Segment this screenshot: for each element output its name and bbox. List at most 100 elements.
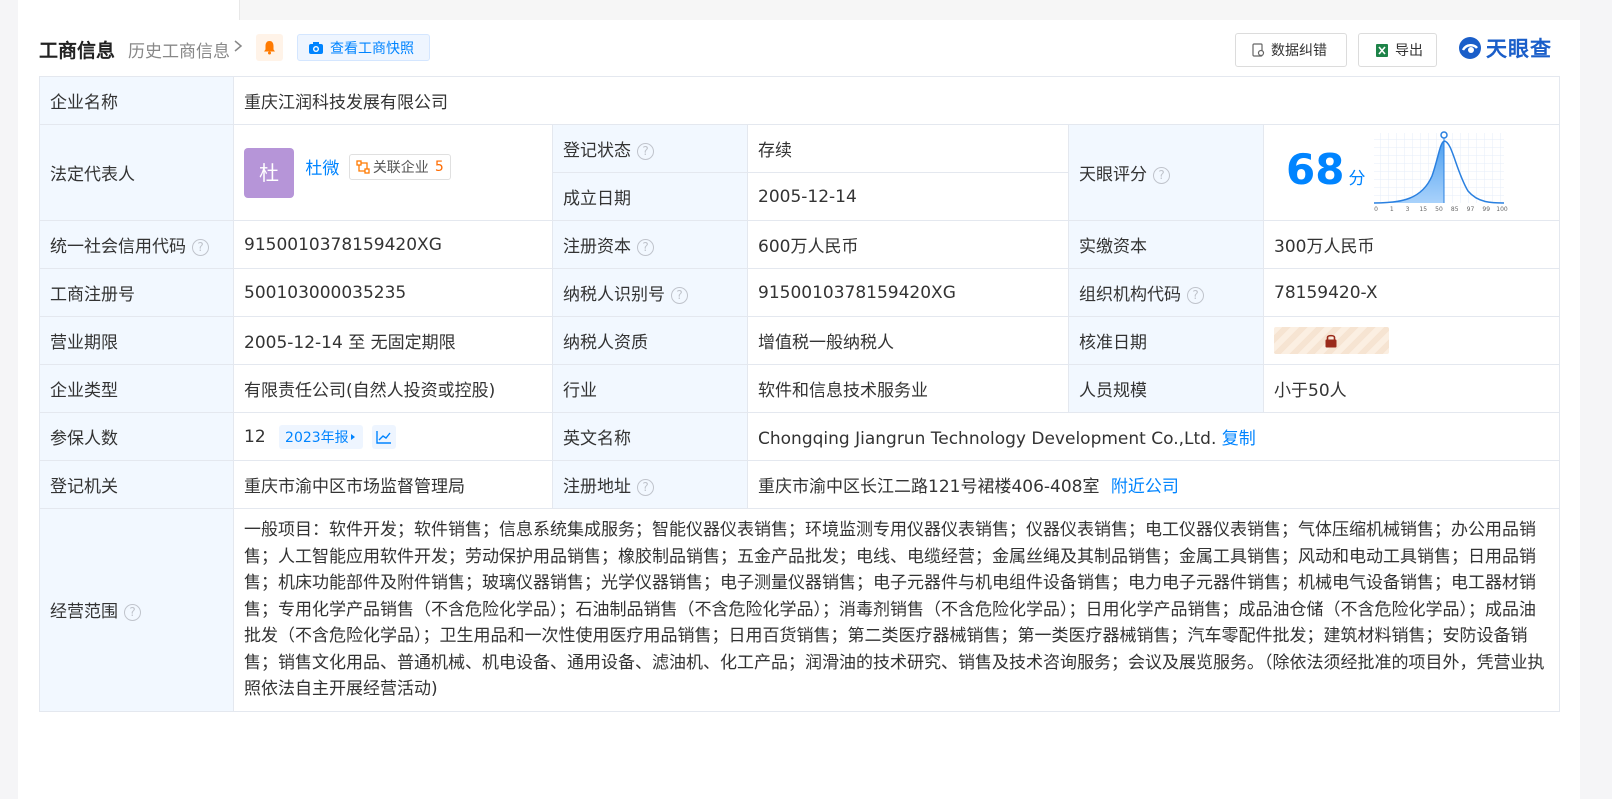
score-cell: 68 分 0 1 3 15 50 85 97 99 100 <box>1263 124 1560 221</box>
established-label: 成立日期 <box>552 172 748 221</box>
insured-label: 参保人数 <box>39 412 234 461</box>
locked-value[interactable] <box>1274 327 1389 354</box>
table-row: 经营范围? 一般项目：软件开发；软件销售；信息系统集成服务；智能仪器仪表销售；环… <box>39 508 1560 712</box>
score-tick-label: 85 <box>1451 206 1459 213</box>
taxpayer-id-label-cell: 纳税人识别号? <box>552 268 748 317</box>
data-correction-button[interactable]: 数据纠错 <box>1235 33 1347 67</box>
legal-rep-cell: 杜 杜微 关联企业 5 <box>233 124 553 221</box>
table-row: 登记机关 重庆市渝中区市场监督管理局 注册地址? 重庆市渝中区长江二路121号裙… <box>39 460 1560 509</box>
copy-link[interactable]: 复制 <box>1222 429 1256 449</box>
industry-value: 软件和信息技术服务业 <box>747 364 1069 413</box>
staff-size-value: 小于50人 <box>1263 364 1560 413</box>
staff-size-label: 人员规模 <box>1068 364 1264 413</box>
export-button[interactable]: 导出 <box>1358 33 1437 67</box>
logo-text: 天眼查 <box>1486 37 1552 61</box>
table-row: 企业名称 重庆江润科技发展有限公司 <box>39 76 1560 125</box>
org-code-label-cell: 组织机构代码? <box>1068 268 1264 317</box>
english-name-value: Chongqing Jiangrun Technology Developmen… <box>758 429 1217 449</box>
reg-address-label: 注册地址 <box>563 477 631 497</box>
network-icon <box>356 159 370 174</box>
score-unit: 分 <box>1348 169 1366 189</box>
bell-icon[interactable] <box>256 34 283 61</box>
snapshot-button-label: 查看工商快照 <box>330 40 414 57</box>
score-tick-label: 3 <box>1406 206 1410 213</box>
biz-reg-no-label: 工商注册号 <box>39 268 234 317</box>
reg-status-label: 登记状态 <box>563 141 631 161</box>
logo-eye-icon <box>1459 37 1481 59</box>
table-row: 企业类型 有限责任公司(自然人投资或控股) 行业 软件和信息技术服务业 人员规模… <box>39 364 1560 413</box>
related-company-label: 关联企业 <box>372 159 429 176</box>
help-icon[interactable]: ? <box>637 239 654 256</box>
business-scope-value: 一般项目：软件开发；软件销售；信息系统集成服务；智能仪器仪表销售；环境监测专用仪… <box>233 508 1560 712</box>
insured-value: 12 <box>244 426 266 447</box>
tianyan-score-label-cell: 天眼评分? <box>1068 124 1264 221</box>
company-name-label: 企业名称 <box>39 76 234 125</box>
biz-reg-no-value: 500103000035235 <box>233 268 553 317</box>
score-tick-label: 97 <box>1467 206 1475 213</box>
reg-capital-label: 注册资本 <box>563 237 631 257</box>
line-chart-icon <box>376 430 392 444</box>
legal-rep-name[interactable]: 杜微 <box>305 159 339 179</box>
table-row: 营业期限 2005-12-14 至 无固定期限 纳税人资质 增值税一般纳税人 核… <box>39 316 1560 365</box>
industry-label: 行业 <box>552 364 748 413</box>
taxpayer-id-label: 纳税人识别号 <box>563 285 665 305</box>
score-distribution-chart[interactable]: 0 1 3 15 50 85 97 99 100 <box>1372 131 1508 213</box>
english-name-cell: Chongqing Jiangrun Technology Developmen… <box>747 412 1560 461</box>
business-info-panel: 工商信息 历史工商信息 查看工商快照 数据纠错 导出 天眼查 企业名称 重庆江润… <box>18 20 1580 799</box>
help-icon[interactable]: ? <box>124 604 141 622</box>
document-check-icon <box>1252 43 1265 57</box>
annual-report-label: 2023年报 <box>285 429 349 446</box>
help-icon[interactable]: ? <box>671 287 688 304</box>
tianyancha-logo: 天眼查 <box>1457 33 1552 63</box>
table-row: 工商注册号 500103000035235 纳税人识别号? 9150010378… <box>39 268 1560 317</box>
help-icon[interactable]: ? <box>192 239 209 256</box>
table-row: 统一社会信用代码? 9150010378159420XG 注册资本? 600万人… <box>39 220 1560 269</box>
company-type-label: 企业类型 <box>39 364 234 413</box>
reg-address-cell: 重庆市渝中区长江二路121号裙楼406-408室 附近公司 <box>747 460 1560 509</box>
reg-authority-label: 登记机关 <box>39 460 234 509</box>
company-type-value: 有限责任公司(自然人投资或控股) <box>233 364 553 413</box>
reg-capital-label-cell: 注册资本? <box>552 220 748 269</box>
org-code-label: 组织机构代码 <box>1079 285 1181 305</box>
english-name-label: 英文名称 <box>552 412 748 461</box>
tianyan-score-label: 天眼评分 <box>1079 165 1147 185</box>
help-icon[interactable]: ? <box>637 143 654 160</box>
taxpayer-qual-label: 纳税人资质 <box>552 316 748 365</box>
export-label: 导出 <box>1395 43 1423 59</box>
reg-address-value: 重庆市渝中区长江二路121号裙楼406-408室 <box>758 477 1100 497</box>
help-icon[interactable]: ? <box>637 479 654 496</box>
snapshot-button[interactable]: 查看工商快照 <box>297 34 430 61</box>
trend-chart-button[interactable] <box>372 424 397 449</box>
score-value: 68 <box>1286 145 1345 194</box>
reg-capital-value: 600万人民币 <box>747 220 1069 269</box>
credit-code-label: 统一社会信用代码 <box>50 237 186 257</box>
chevron-right-icon <box>234 40 243 52</box>
score-tick-label: 1 <box>1390 206 1394 213</box>
credit-code-value: 9150010378159420XG <box>233 220 553 269</box>
annual-report-button[interactable]: 2023年报 <box>279 424 363 449</box>
related-company-badge[interactable]: 关联企业 5 <box>348 153 451 180</box>
panel-header: 工商信息 历史工商信息 查看工商快照 数据纠错 导出 天眼查 <box>18 20 1580 76</box>
org-code-value: 78159420-X <box>1263 268 1560 317</box>
paid-capital-value: 300万人民币 <box>1263 220 1560 269</box>
top-tab-segment <box>18 0 240 20</box>
approval-date-label: 核准日期 <box>1068 316 1264 365</box>
score-tick-label: 0 <box>1374 206 1378 213</box>
scope-label: 经营范围 <box>50 602 118 623</box>
score-tick-label: 15 <box>1419 206 1427 213</box>
company-name-value: 重庆江润科技发展有限公司 <box>233 76 1560 125</box>
nearby-companies-link[interactable]: 附近公司 <box>1111 477 1179 497</box>
scope-label-cell: 经营范围? <box>39 508 234 712</box>
data-correction-label: 数据纠错 <box>1271 43 1327 59</box>
score-display: 68 分 <box>1286 145 1365 194</box>
excel-icon <box>1376 43 1388 57</box>
section-title: 工商信息 <box>39 40 116 62</box>
table-row: 法定代表人 杜 杜微 关联企业 5 登记状态? 存续 天眼评分? 68 分 0 … <box>39 124 1560 221</box>
avatar[interactable]: 杜 <box>244 147 294 198</box>
score-tick-label: 50 <box>1435 206 1443 213</box>
lock-icon <box>1325 334 1337 348</box>
help-icon[interactable]: ? <box>1187 287 1204 304</box>
insured-cell: 12 2023年报 <box>233 412 553 461</box>
history-link[interactable]: 历史工商信息 <box>128 37 230 62</box>
help-icon[interactable]: ? <box>1153 167 1170 184</box>
